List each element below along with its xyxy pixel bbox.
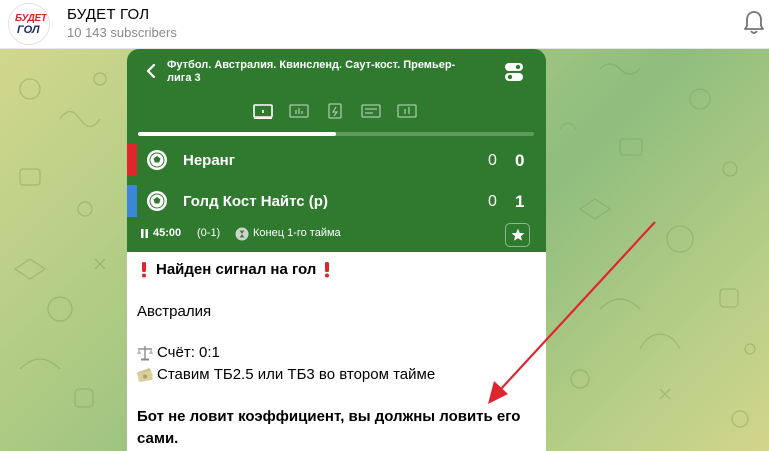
league-title: Футбол. Австралия. Квинсленд. Саут-кост.…: [167, 59, 456, 84]
half-score-away: 0: [488, 193, 497, 210]
tab-stats-icon[interactable]: [289, 103, 309, 119]
subscriber-count: 10 143 subscribers: [67, 25, 177, 40]
tab-field-icon[interactable]: [253, 103, 273, 119]
hourglass-icon: [235, 227, 249, 241]
soccer-ball-icon: [147, 191, 167, 211]
money-icon: [136, 368, 153, 382]
soccer-ball-icon: [147, 150, 167, 170]
bet-line: Ставим ТБ2.5 или ТБ3 во втором тайме: [157, 366, 436, 383]
channel-avatar[interactable]: БУДЕТ ГОЛ: [8, 3, 50, 45]
tab-lineup-icon[interactable]: [361, 103, 381, 119]
bell-icon[interactable]: [742, 10, 766, 36]
team-color-stripe: [127, 144, 137, 176]
avatar-logo-top: БУДЕТ: [15, 13, 47, 24]
team-row-away: Голд Кост Найтс (р) 0 1: [127, 185, 546, 219]
team-name-away: Голд Кост Найтс (р): [183, 193, 328, 210]
warning-line-1: Бот не ловит коэффициент, вы должны лови…: [137, 408, 521, 425]
channel-message: Футбол. Австралия. Квинсленд. Саут-кост.…: [127, 49, 546, 451]
match-time: 45:00: [153, 227, 182, 239]
avatar-logo-bottom: ГОЛ: [17, 24, 40, 36]
score-line: Счёт: 0:1: [157, 344, 220, 361]
match-progress-fill: [138, 132, 336, 136]
match-period: Конец 1-го тайма: [253, 227, 341, 239]
balance-scale-icon: [137, 346, 153, 361]
team-row-home: Неранг 0 0: [127, 144, 546, 178]
exclamation-icon: [325, 262, 329, 278]
tab-timeline-icon[interactable]: [325, 103, 345, 119]
half-score-home: 0: [488, 152, 497, 169]
message-text: Найден сигнал на гол Австралия Счёт: 0:1…: [127, 252, 546, 451]
exclamation-icon: [142, 262, 146, 278]
team-name-home: Неранг: [183, 152, 235, 169]
team-color-stripe: [127, 185, 137, 217]
channel-header[interactable]: БУДЕТ ГОЛ БУДЕТ ГОЛ 10 143 subscribers: [0, 0, 769, 49]
toggle-icon[interactable]: [504, 61, 524, 83]
match-card[interactable]: Футбол. Австралия. Квинсленд. Саут-кост.…: [127, 49, 546, 252]
pause-icon: [141, 229, 148, 238]
chevron-left-icon[interactable]: [145, 63, 157, 79]
warning-line-2: сами.: [137, 430, 179, 447]
match-view-tabs: [251, 103, 423, 121]
favorite-button[interactable]: [505, 223, 530, 247]
star-icon: [511, 228, 525, 241]
total-score-home: 0: [515, 151, 525, 170]
total-score-away: 1: [515, 192, 525, 211]
country-line: Австралия: [137, 303, 212, 320]
half-score: (0-1): [197, 227, 221, 239]
channel-title[interactable]: БУДЕТ ГОЛ: [67, 6, 149, 23]
signal-headline: Найден сигнал на гол: [156, 261, 317, 278]
tab-bars-icon[interactable]: [397, 103, 417, 119]
